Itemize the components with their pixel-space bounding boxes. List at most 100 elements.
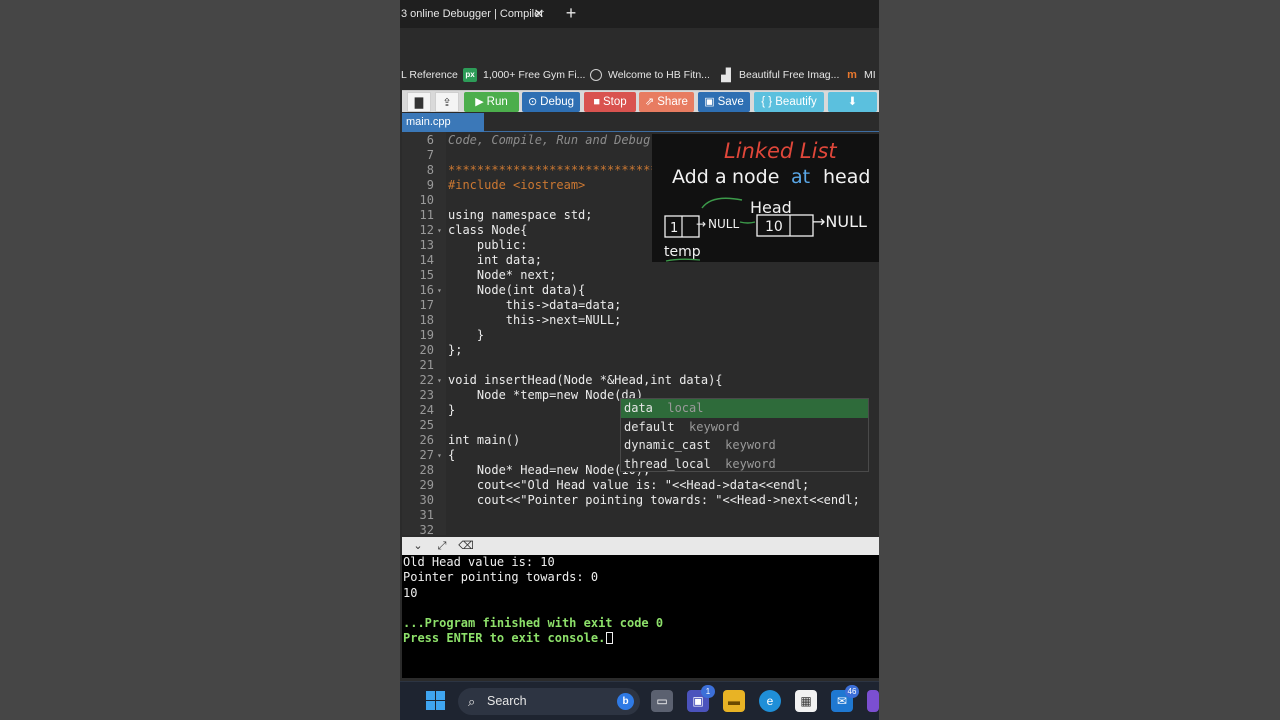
beautify-button[interactable]: { } Beautify <box>754 92 824 112</box>
bookmark-free-images[interactable]: ▟ Beautiful Free Imag... <box>719 62 839 88</box>
bing-icon[interactable]: b <box>617 693 634 710</box>
node1-value: 1 <box>670 221 678 236</box>
debug-button[interactable]: ⊙ Debug <box>522 92 580 112</box>
code-text: } <box>448 403 456 417</box>
mail-icon[interactable]: ✉ 46 <box>831 685 859 712</box>
output-console[interactable]: Old Head value is: 10 Pointer pointing t… <box>402 555 879 678</box>
browser-tab-title: 3 online Debugger | Compiler <box>401 8 544 20</box>
download-button[interactable]: ⬇ <box>828 92 877 112</box>
console-line-prompt: Press ENTER to exit console. <box>403 631 878 646</box>
app-icon-partial[interactable] <box>867 690 879 712</box>
debug-label: Debug <box>540 96 575 108</box>
autocomplete-item[interactable]: thread_local keyword <box>621 455 868 474</box>
run-button[interactable]: ▶ Run <box>464 92 519 112</box>
code-line[interactable]: 16 ▾ Node(int data){ <box>402 283 879 298</box>
line-number: 15 <box>419 268 434 282</box>
px-icon: px <box>463 68 477 82</box>
autocomplete-word: thread_local <box>624 456 711 471</box>
bookmarks-bar: L Reference px 1,000+ Free Gym Fi... Wel… <box>400 62 879 88</box>
bookmark-hb-fitness[interactable]: Welcome to HB Fitn... <box>590 62 710 88</box>
autocomplete-popup: data local default keyword dynamic_cast … <box>620 398 869 472</box>
share-button[interactable]: ⇗ Share <box>639 92 694 112</box>
save-icon: ▣ <box>704 96 715 108</box>
code-line[interactable]: 29 cout<<"Old Head value is: "<<Head->da… <box>402 478 879 493</box>
fold-toggle-icon[interactable]: ▾ <box>437 223 442 238</box>
file-tab-main-cpp[interactable]: main.cpp <box>402 113 484 132</box>
code-line[interactable]: 15 Node* next; <box>402 268 879 283</box>
bookmark-label: L Reference <box>401 69 458 81</box>
expand-icon[interactable]: ⤢ <box>434 539 450 553</box>
code-line[interactable]: 21 <box>402 358 879 373</box>
drawing-word-add: Add <box>672 166 709 188</box>
bookmark-gym[interactable]: px 1,000+ Free Gym Fi... <box>463 62 585 88</box>
code-text: }; <box>448 343 463 357</box>
address-bar-area <box>400 28 879 62</box>
upload-icon[interactable]: ⇪ <box>435 92 459 112</box>
console-cursor <box>606 632 614 645</box>
save-button[interactable]: ▣ Save <box>698 92 750 112</box>
stop-button[interactable]: ■ Stop <box>584 92 636 112</box>
close-tab-icon[interactable]: ✕ <box>532 0 546 28</box>
clear-console-icon[interactable]: ⌫ <box>458 539 474 553</box>
autocomplete-kind: keyword <box>725 456 776 471</box>
autocomplete-word: dynamic_cast <box>624 438 711 452</box>
code-text: } <box>448 328 485 342</box>
code-text: using namespace std; <box>448 208 593 222</box>
windows-start-icon[interactable] <box>426 691 446 711</box>
code-text: class Node{ <box>448 223 528 237</box>
play-icon: ▶ <box>475 96 484 108</box>
line-number: 28 <box>419 463 434 477</box>
code-text: #include <iostream> <box>448 178 586 192</box>
fold-toggle-icon[interactable]: ▾ <box>437 283 442 298</box>
bookmark-reference[interactable]: L Reference <box>401 62 458 88</box>
console-line: Pointer pointing towards: 0 <box>403 570 599 585</box>
code-line[interactable]: 31 <box>402 508 879 523</box>
line-number: 21 <box>419 358 434 372</box>
file-tab-bar: main.cpp <box>402 113 879 132</box>
browser-tab[interactable]: 3 online Debugger | Compiler <box>400 0 552 28</box>
code-line[interactable]: 22 ▾ void insertHead(Node *&Head,int data)… <box>402 373 879 388</box>
autocomplete-item[interactable]: default keyword <box>621 418 868 437</box>
file-tab-label: main.cpp <box>406 116 451 128</box>
code-text: cout<<"Pointer pointing towards: "<<Head… <box>448 493 860 507</box>
task-view-icon[interactable]: ▭ <box>651 690 673 712</box>
teams-icon[interactable]: ▣ 1 <box>687 685 715 712</box>
code-line[interactable]: 32 <box>402 523 879 535</box>
teams-badge: 1 <box>701 685 715 698</box>
code-line[interactable]: 30 cout<<"Pointer pointing towards: "<<H… <box>402 493 879 508</box>
code-text: this->data=data; <box>448 298 622 312</box>
run-label: Run <box>486 96 508 108</box>
search-icon: ⌕ <box>468 694 476 709</box>
autocomplete-item[interactable]: dynamic_cast keyword <box>621 436 868 455</box>
green-curve-arrow <box>701 197 743 209</box>
new-file-icon[interactable]: ▇ <box>407 92 431 112</box>
stop-label: Stop <box>602 96 627 108</box>
console-line: 10 <box>403 585 418 600</box>
code-text: Node(int data){ <box>448 283 586 297</box>
store-icon[interactable]: ▦ <box>795 690 817 712</box>
chevron-down-icon[interactable]: ⌄ <box>410 539 426 553</box>
code-line[interactable]: 18 this->next=NULL; <box>402 313 879 328</box>
taskbar-search-box[interactable]: ⌕ Search b <box>458 688 640 715</box>
edge-icon[interactable]: e <box>759 690 781 712</box>
line-number: 20 <box>419 343 434 357</box>
stop-icon: ■ <box>593 96 600 108</box>
code-line[interactable]: 19 } <box>402 328 879 343</box>
code-text: int data; <box>448 253 542 267</box>
line-number: 29 <box>419 478 434 492</box>
code-text: Node *temp=new Node(da) <box>448 388 644 402</box>
line-number: 11 <box>419 208 434 222</box>
code-line[interactable]: 20}; <box>402 343 879 358</box>
line-number: 7 <box>426 148 434 162</box>
fold-toggle-icon[interactable]: ▾ <box>437 448 442 463</box>
bookmark-mi[interactable]: m MI <box>846 62 876 88</box>
fold-toggle-icon[interactable]: ▾ <box>437 373 442 388</box>
autocomplete-kind: keyword <box>725 438 776 452</box>
green-link-arrow <box>739 221 756 224</box>
globe-icon <box>590 69 602 81</box>
autocomplete-item[interactable]: data local <box>621 399 868 418</box>
new-tab-button[interactable]: + <box>562 0 580 28</box>
line-number: 24 <box>419 403 434 417</box>
code-line[interactable]: 17 this->data=data; <box>402 298 879 313</box>
file-explorer-icon[interactable]: ▬ <box>723 690 745 712</box>
